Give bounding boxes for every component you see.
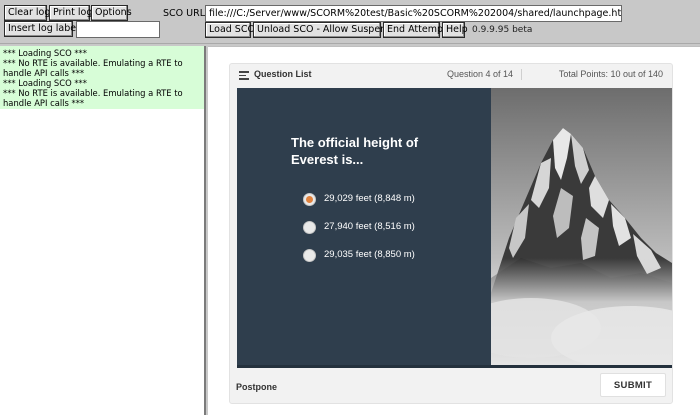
print-log-button[interactable]: Print log	[49, 5, 92, 21]
log-output: *** Loading SCO *** *** No RTE is availa…	[0, 46, 204, 109]
end-attempt-button[interactable]: End Attempt	[383, 22, 447, 38]
mountain-image	[491, 88, 672, 368]
header-divider	[521, 69, 522, 80]
question-list-link[interactable]: Question List	[254, 69, 312, 79]
quiz-card: Question List Question 4 of 14 Total Poi…	[229, 63, 673, 404]
answer-option-label: 29,029 feet (8,848 m)	[324, 193, 415, 204]
question-area-footer-line	[237, 365, 672, 368]
load-sco-button[interactable]: Load SCO	[205, 22, 255, 38]
question-area: The official height of Everest is... 29,…	[237, 88, 672, 368]
radio-button-selected[interactable]	[303, 193, 316, 206]
clear-log-button[interactable]: Clear log	[4, 5, 50, 21]
log-line: *** Loading SCO ***	[3, 78, 87, 88]
answer-option[interactable]: 29,029 feet (8,848 m)	[303, 191, 453, 207]
radio-button[interactable]	[303, 249, 316, 262]
sco-url-label: SCO URL:	[163, 8, 209, 19]
options-button[interactable]: Options	[91, 5, 132, 21]
answer-option-label: 29,035 feet (8,850 m)	[324, 249, 415, 260]
unload-sco-button[interactable]: Unload SCO - Allow Suspend	[253, 22, 392, 38]
toolbar: Clear log Print log Options Insert log l…	[0, 0, 700, 44]
answer-option[interactable]: 27,940 feet (8,516 m)	[303, 219, 453, 235]
submit-button[interactable]: SUBMIT	[600, 373, 666, 397]
list-icon[interactable]	[239, 71, 249, 80]
quiz-header: Question List Question 4 of 14 Total Poi…	[230, 64, 672, 88]
sco-url-input[interactable]: file:///C:/Server/www/SCORM%20test/Basic…	[205, 5, 622, 22]
help-button[interactable]: Help	[442, 22, 468, 38]
log-label-input[interactable]	[76, 21, 160, 38]
answer-option-label: 27,940 feet (8,516 m)	[324, 221, 415, 232]
log-line: *** No RTE is available. Emulating a RTE…	[3, 58, 183, 78]
radio-button[interactable]	[303, 221, 316, 234]
answer-option[interactable]: 29,035 feet (8,850 m)	[303, 247, 453, 263]
version-label: 0.9.9.95 beta	[472, 25, 533, 35]
log-panel: *** Loading SCO *** *** No RTE is availa…	[0, 46, 206, 415]
log-line: *** No RTE is available. Emulating a RTE…	[3, 88, 183, 108]
total-points: Total Points: 10 out of 140	[558, 69, 663, 79]
question-text: The official height of Everest is...	[291, 135, 419, 167]
postpone-button[interactable]: Postpone	[236, 382, 277, 392]
question-counter: Question 4 of 14	[446, 69, 513, 79]
log-line: *** Loading SCO ***	[3, 48, 87, 58]
insert-log-label-button[interactable]: Insert log label:	[4, 21, 82, 37]
sco-content-frame: Question List Question 4 of 14 Total Poi…	[208, 46, 700, 415]
